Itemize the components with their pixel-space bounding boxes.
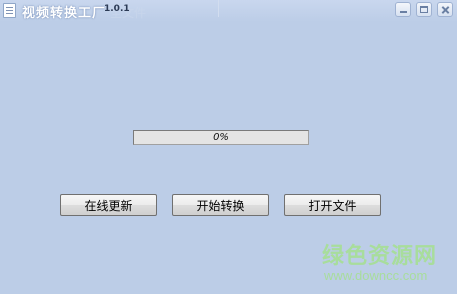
minimize-icon [400, 11, 407, 13]
window-title: 视频转换工厂 [22, 6, 107, 21]
main-window: 全文件 视频转换工厂 1.0.1 0% 在线更新 开始转换 打开文件 绿色资源网… [0, 0, 457, 294]
maximize-icon [420, 6, 428, 13]
close-button[interactable] [437, 2, 453, 17]
conversion-progress-bar: 0% [133, 130, 309, 145]
watermark-site-name: 绿色资源网 [322, 244, 438, 269]
window-version: 1.0.1 [104, 4, 130, 14]
online-update-button[interactable]: 在线更新 [60, 194, 157, 216]
open-file-button[interactable]: 打开文件 [284, 194, 381, 216]
start-conversion-button[interactable]: 开始转换 [172, 194, 269, 216]
watermark-url: www.downcc.com [324, 268, 428, 283]
title-divider [218, 0, 219, 17]
minimize-button[interactable] [395, 2, 411, 17]
maximize-button[interactable] [416, 2, 432, 17]
document-icon [3, 3, 16, 18]
progress-label: 0% [213, 132, 229, 143]
title-bar[interactable]: 全文件 视频转换工厂 1.0.1 [0, 0, 457, 22]
